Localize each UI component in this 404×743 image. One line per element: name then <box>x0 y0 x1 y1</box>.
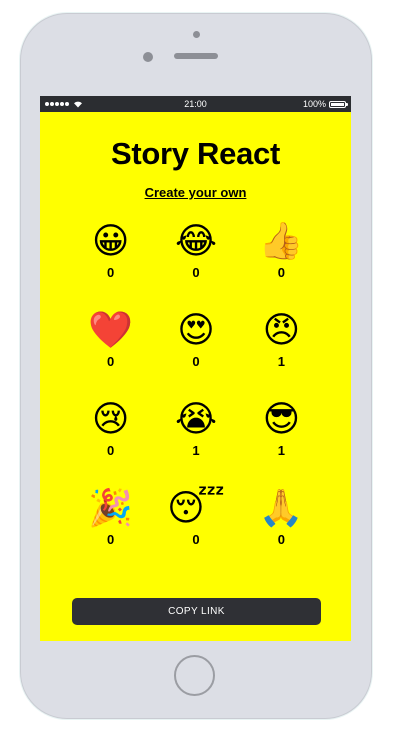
crying-face-icon: 😢 <box>91 398 130 439</box>
front-sensor-icon <box>143 52 153 62</box>
reaction-count: 0 <box>107 265 115 280</box>
folded-hands-icon: 🙏 <box>258 487 304 528</box>
grinning-face-icon: 😀 <box>91 220 130 261</box>
reaction-sunglasses[interactable]: 😎 1 <box>239 397 324 486</box>
battery-indicator: 100% <box>302 96 348 112</box>
reaction-party-popper[interactable]: 🎉 0 <box>68 486 153 575</box>
reaction-count: 1 <box>277 443 285 458</box>
reaction-sleeping[interactable]: 😴 0 <box>153 486 238 575</box>
party-popper-icon: 🎉 <box>88 487 134 528</box>
reaction-count: 1 <box>192 443 200 458</box>
reaction-count: 0 <box>107 532 115 547</box>
battery-icon <box>329 100 348 108</box>
red-heart-icon: ❤️ <box>88 309 134 350</box>
reaction-count: 1 <box>277 354 285 369</box>
sleeping-face-icon: 😴 <box>167 487 225 528</box>
home-button[interactable] <box>174 655 215 696</box>
phone-frame: 21:00 100% Story React Create your own 😀… <box>21 14 371 718</box>
reaction-grid: 😀 0 😂 0 👍 0 ❤️ 0 😍 0 😠 1 😢 0 😭 1 😎 1 🎉 0… <box>68 219 324 575</box>
speaker-grille <box>174 53 218 59</box>
camera-icon <box>193 31 200 38</box>
reaction-angry[interactable]: 😠 1 <box>239 308 324 397</box>
angry-face-icon: 😠 <box>262 309 301 350</box>
reaction-count: 0 <box>277 532 285 547</box>
reaction-heart[interactable]: ❤️ 0 <box>68 308 153 397</box>
reaction-count: 0 <box>192 265 200 280</box>
status-bar: 21:00 100% <box>40 96 351 112</box>
reaction-folded-hands[interactable]: 🙏 0 <box>239 486 324 575</box>
page-title: Story React <box>111 136 280 171</box>
reaction-thumbs-up[interactable]: 👍 0 <box>239 219 324 308</box>
app-screen: 21:00 100% Story React Create your own 😀… <box>40 96 351 641</box>
reaction-heart-eyes[interactable]: 😍 0 <box>153 308 238 397</box>
reaction-count: 0 <box>107 354 115 369</box>
reaction-count: 0 <box>107 443 115 458</box>
create-your-own-link[interactable]: Create your own <box>40 185 351 200</box>
reaction-crying[interactable]: 😢 0 <box>68 397 153 486</box>
reaction-loudly-crying[interactable]: 😭 1 <box>153 397 238 486</box>
reaction-grinning[interactable]: 😀 0 <box>68 219 153 308</box>
tears-of-joy-icon: 😂 <box>174 220 218 261</box>
copy-link-button[interactable]: COPY LINK <box>72 598 321 625</box>
sunglasses-face-icon: 😎 <box>262 398 301 439</box>
reaction-count: 0 <box>192 532 200 547</box>
loudly-crying-icon: 😭 <box>174 398 218 439</box>
battery-percent: 100% <box>302 99 326 109</box>
thumbs-up-icon: 👍 <box>258 220 304 261</box>
reaction-count: 0 <box>277 265 285 280</box>
reaction-tears-of-joy[interactable]: 😂 0 <box>153 219 238 308</box>
heart-eyes-icon: 😍 <box>177 309 215 350</box>
reaction-count: 0 <box>192 354 200 369</box>
